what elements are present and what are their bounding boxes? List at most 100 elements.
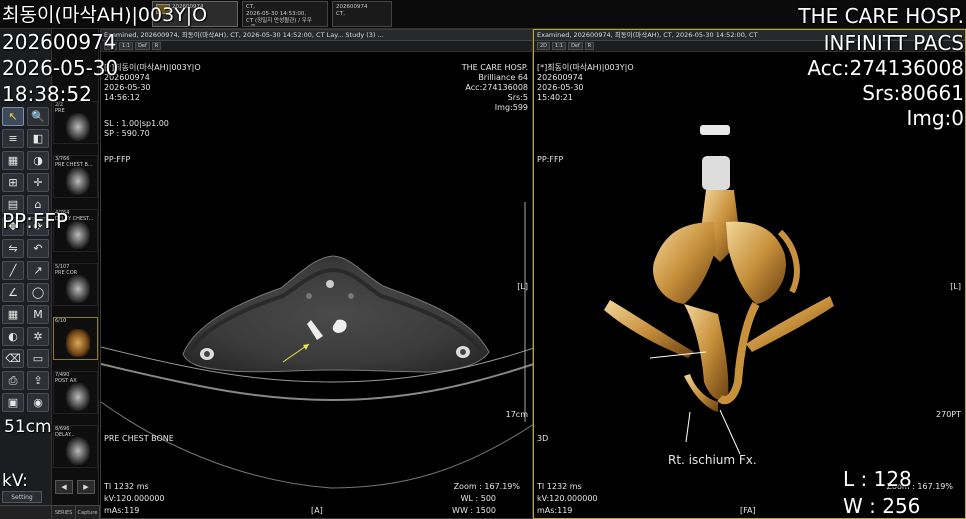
axial-img: Img:599 [494,103,528,112]
vp-tool-3[interactable]: Def [135,42,150,50]
arrow-icon[interactable]: ↗ [27,261,49,280]
axial-mas: mAs:119 [104,506,140,515]
roi-icon[interactable]: ◯ [27,283,49,302]
global-kv-label: kV: [2,471,28,491]
next-series-icon[interactable]: ▶ [77,480,95,494]
axial-acc: Acc:274136008 [465,83,528,92]
prev-series-icon[interactable]: ◀ [55,480,73,494]
vr-mode: 3D [537,434,549,443]
axial-slice-thickness: SL : 1.00|sp1.00 [104,119,169,128]
global-hospital: THE CARE HOSP. [798,4,964,28]
tab-series[interactable]: SERIES [52,506,76,519]
vr-date: 2026-05-30 [537,83,584,92]
axial-orient-bottom: [A] [311,506,323,515]
camera-icon[interactable]: ◉ [27,393,49,412]
axial-ww: WW : 1500 [452,506,496,515]
study-tab-3-line1: 202600974 [336,4,368,10]
axial-scanner: Brilliance 64 [478,73,528,82]
vr-orient-right: [L] [950,282,961,291]
axial-ti: TI 1232 ms [104,482,149,491]
zoom-tool-icon[interactable]: 🔍 [27,107,49,126]
grid-icon[interactable]: ▦ [2,305,24,324]
axial-wl: WL : 500 [460,494,496,503]
series-thumbnail[interactable]: 8/696 DELAY... [53,425,98,468]
eraser-icon[interactable]: ⌫ [2,349,24,368]
axial-hospital: THE CARE HOSP. [461,63,528,72]
flip-icon[interactable]: ⇋ [2,239,24,258]
angle-icon[interactable]: ∠ [2,283,24,302]
window-width: W : 256 [843,494,921,518]
study-tab-2-line3: CT (정밀지 만성혈관) / 우우+흉... [246,18,312,26]
vp3d-tool-2[interactable]: 1:1 [552,42,567,50]
series-thumbnail-image [66,275,90,303]
undo-icon[interactable]: ↶ [27,239,49,258]
save-icon[interactable]: ▣ [2,393,24,412]
study-tab-2[interactable]: CT, 2026-05-30 14:53:00, CT (정밀지 만성혈관) /… [242,1,328,27]
global-patient-id: 202600974 [2,30,117,54]
text-tool-icon[interactable]: ≡ [2,129,24,148]
global-system: INFINITT PACS [823,31,964,55]
viewport-axial-header: Examined, 202600974, 최동이(마삭AH), CT, 2026… [101,30,532,41]
vr-pp: PP:FFP [537,155,564,164]
layout-icon[interactable]: ▦ [2,151,24,170]
axial-zoom: Zoom : 167.19% [453,482,520,491]
axial-date: 2026-05-30 [104,83,151,92]
vp3d-tool-4[interactable]: R [584,42,595,50]
viewport-axial[interactable]: Examined, 202600974, 최동이(마삭AH), CT, 2026… [100,29,534,519]
pacs-viewer-window: 202600974 CT, 2026-05-30 14:53:00, CT (정… [0,0,966,519]
crosshair-icon[interactable]: ✛ [27,173,49,192]
series-capture-tabs: SERIES Capture [0,505,100,519]
series-thumbnail[interactable]: 5/107 PRE COR [53,263,98,306]
print-icon[interactable]: ⎙ [2,371,24,390]
contrast-icon[interactable]: ◑ [27,151,49,170]
axial-patient: [*]최동이(마삭AH)|003Y|O [104,63,201,72]
window-level: L : 128 [843,467,912,491]
vr-time: 15:40:21 [537,93,573,102]
measure-icon[interactable]: ⊞ [2,173,24,192]
axial-slice-position: SP : 590.70 [104,129,150,138]
tab-capture[interactable]: Capture [76,506,100,519]
global-pp: PP:FFP [2,209,68,233]
global-accession: Acc:274136008 [807,56,964,80]
axial-scale-label: 17cm [505,410,528,419]
vr-mas: mAs:119 [537,506,573,515]
series-thumbnail-title: PRE [55,108,65,114]
export-icon[interactable]: ⇪ [27,371,49,390]
series-thumbnail[interactable]: 2/2 PRE [53,101,98,144]
series-thumbnail-image [66,113,90,141]
series-thumbnail[interactable]: 7/490 POST AX [53,371,98,414]
tool-grid: ↖ 🔍 ≡ ◧ ▦ ◑ ⊞ ✛ ▤ ⌂ ✥ ⟳ ⇋ ↶ ╱ ↗ ∠ ◯ ▦ M ◐ ✲ ⌫ ▭ ⎙ ⇪ ▣ ◉ [2,107,50,412]
global-scale-label: 51cm [4,417,52,437]
key-image-icon[interactable]: ◐ [2,327,24,346]
global-series: Srs:80661 [862,81,964,105]
vp3d-tool-3[interactable]: Def [568,42,583,50]
vr-scale-label: 270PT [936,410,961,419]
global-date: 2026-05-30 [2,56,119,80]
series-thumbnail[interactable]: 6/10 [53,317,98,360]
series-thumbnail[interactable]: 3/766 PRE CHEST B... [53,155,98,198]
mpr-icon[interactable]: M [27,305,49,324]
axial-kv: kV:120.000000 [104,494,165,503]
axial-time: 14:56:12 [104,93,140,102]
global-time: 18:38:52 [2,82,92,106]
vr-patient: [*]최동이(마삭AH)|003Y|O [537,63,634,72]
vp-tool-2[interactable]: 1:1 [119,42,134,50]
window-level-icon[interactable]: ◧ [27,129,49,148]
study-tab-3-line2: CT, [336,11,345,17]
global-image: Img:0 [906,106,964,130]
cine-icon[interactable]: ✲ [27,327,49,346]
vp-tool-4[interactable]: R [151,42,162,50]
series-thumbnail-count: 6/10 [55,318,67,324]
global-patient-line: 최동이(마삭AH)|003Y|O [2,4,208,26]
pointer-tool-icon[interactable]: ↖ [2,107,24,126]
vp3d-tool-1[interactable]: 2D [537,42,551,50]
study-tab-3[interactable]: 202600974 CT, [332,1,392,27]
axial-pp: PP:FFP [104,155,131,164]
ruler-icon[interactable]: ╱ [2,261,24,280]
setting-label: Setting [11,493,33,501]
film-icon[interactable]: ▭ [27,349,49,368]
vr-id: 202600974 [537,73,583,82]
axial-srs: Srs:5 [507,93,528,102]
fracture-annotation: Rt. ischium Fx. [668,453,757,467]
series-thumbnail-image [66,221,90,249]
